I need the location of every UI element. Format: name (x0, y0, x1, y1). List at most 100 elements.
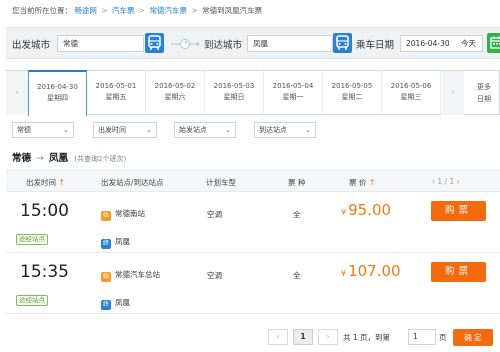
from-city-input[interactable]: 常德 (57, 35, 144, 52)
sort-arrow-icon: ↑ (368, 178, 376, 187)
schedule-row: 15:35 途经站点 始常德汽车总站 终凤凰 空调 全 ¥107.00 购票 (6, 254, 500, 314)
date-tab[interactable]: 2016-05-02 星期六 (146, 71, 205, 115)
departure-time: 15:00 (20, 201, 69, 221)
end-station-icon: 终 (101, 239, 111, 249)
calendar-icon (490, 36, 500, 49)
search-bar: 出发城市 常德 到达城市 凤凰 乘车日期 2016-04-30 今天 (6, 27, 500, 59)
to-station-picker-button[interactable] (333, 33, 352, 53)
chevron-down-icon: ⌄ (146, 126, 152, 134)
breadcrumb-separator: > (138, 6, 146, 15)
breadcrumb: 您当前所在位置： 畅途网 > 汽车票 > 常德汽车票 > 常德到凤凰汽车票 (12, 4, 262, 18)
sort-by-time-header[interactable]: 出发时间 ↑ (26, 177, 65, 188)
date-tab-weekday: 星期五 (105, 93, 127, 101)
date-tab-date: 2016-05-03 (213, 82, 255, 90)
date-tab[interactable]: 2016-04-30 星期四 (28, 70, 87, 116)
bus-icon (336, 35, 349, 50)
bus-icon (148, 35, 161, 50)
breadcrumb-current: 常德到凤凰汽车票 (202, 6, 263, 15)
price-header-label: 票 价 (349, 178, 367, 187)
page-1-button[interactable]: 1 (293, 329, 313, 345)
station-header: 出发站点/到达站点 (101, 178, 164, 187)
prev-page-button[interactable]: ‹ (268, 329, 288, 345)
city-filter-value: 常德 (17, 126, 31, 134)
breadcrumb-home-link[interactable]: 畅途网 (74, 6, 97, 15)
price-value: 95.00 (348, 201, 392, 219)
date-next-arrow[interactable]: › (442, 71, 464, 115)
breadcrumb-bus-ticket-link[interactable]: 汽车票 (112, 6, 135, 15)
date-tab[interactable]: 2016-05-04 星期一 (264, 71, 323, 115)
route-to: 凤凰 (48, 153, 68, 164)
result-count-suffix: 个班次) (102, 155, 127, 163)
to-city-label: 到达城市 (204, 40, 243, 51)
chevron-down-icon: ⌄ (305, 126, 311, 134)
more-dates-label-1: 更多 (477, 83, 491, 91)
total-pages-text: 共 1 页，到第 (343, 333, 391, 342)
chevron-down-icon: ⌄ (225, 126, 231, 134)
go-to-page-button[interactable]: 确 定 (453, 329, 493, 346)
date-tab-date: 2016-05-04 (272, 82, 314, 90)
date-tab[interactable]: 2016-05-01 星期五 (87, 71, 146, 115)
currency-symbol: ¥ (341, 269, 347, 278)
calendar-button[interactable] (487, 33, 500, 53)
route-summary: 常德 → 凤凰 (共查询2个班次) (12, 150, 126, 164)
date-tab[interactable]: 2016-05-05 星期二 (323, 71, 382, 115)
bus-type: 空调 (207, 271, 222, 280)
start-station: 始常德南站 (101, 208, 145, 221)
schedule-row: 15:00 途经站点 始常德南站 终凤凰 空调 全 ¥95.00 购票 (6, 193, 500, 253)
departure-time: 15:35 (20, 262, 69, 282)
date-tab-date: 2016-05-05 (331, 82, 373, 90)
ticket-kind: 全 (293, 271, 301, 280)
travel-date-day: 今天 (461, 39, 476, 48)
to-city-input[interactable]: 凤凰 (247, 35, 333, 52)
date-tab-weekday: 星期四 (47, 94, 68, 102)
date-tab-date: 2016-05-06 (390, 82, 432, 90)
end-station-name: 凤凰 (115, 237, 130, 246)
ticket-price: ¥95.00 (341, 201, 391, 219)
more-dates-label-2: 日期 (477, 95, 491, 103)
sort-by-price-header[interactable]: 票 价 ↑ (349, 177, 375, 188)
start-station-filter-select[interactable]: 始发站点 ⌄ (174, 122, 236, 138)
breadcrumb-separator: > (101, 6, 108, 15)
breadcrumb-separator: > (191, 6, 198, 15)
end-station-filter-select[interactable]: 到达站点 ⌄ (254, 122, 316, 138)
date-prev-arrow[interactable]: ‹ (6, 71, 28, 115)
date-tab-weekday: 星期六 (164, 93, 186, 101)
result-count: (共查询2个班次) (74, 155, 126, 163)
buy-ticket-button[interactable]: 购票 (431, 201, 486, 221)
date-selector: ‹ 2016-04-30 星期四 2016-05-01 星期五 2016-05-… (6, 70, 500, 116)
travel-date-label: 乘车日期 (356, 40, 395, 51)
date-tab[interactable]: 2016-05-06 星期三 (382, 71, 441, 115)
page-unit-text: 页 (439, 333, 447, 342)
via-stations-link[interactable]: 途经站点 (16, 295, 48, 306)
city-filter-select[interactable]: 常德 ⌄ (12, 122, 74, 138)
next-page-button[interactable]: › (318, 329, 338, 345)
date-tab-date: 2016-05-02 (154, 82, 196, 90)
breadcrumb-city-link[interactable]: 常德汽车票 (150, 6, 188, 15)
swap-cities-icon[interactable] (170, 39, 200, 49)
more-dates-link[interactable]: 更多 日期 (469, 71, 499, 115)
from-station-picker-button[interactable] (145, 33, 164, 53)
departure-time-filter-select[interactable]: 出发时间 ⌄ (93, 122, 157, 138)
currency-symbol: ¥ (341, 208, 347, 217)
ticket-kind-header: 票 种 (288, 178, 306, 187)
start-station: 始常德汽车总站 (101, 269, 160, 282)
ticket-price: ¥107.00 (341, 262, 401, 280)
buy-ticket-button[interactable]: 购票 (431, 262, 486, 282)
mini-pager[interactable]: ‹ 1 / 1 › (432, 177, 460, 186)
end-station-icon: 终 (101, 300, 111, 310)
travel-date-input[interactable]: 2016-04-30 今天 (400, 35, 483, 52)
travel-date-value: 2016-04-30 (406, 39, 450, 48)
date-tab-weekday: 星期日 (223, 93, 245, 101)
sort-arrow-icon: ↑ (58, 178, 66, 187)
breadcrumb-prefix: 您当前所在位置： (12, 6, 72, 15)
start-station-name: 常德汽车总站 (115, 270, 160, 279)
end-station: 终凤凰 (101, 236, 130, 249)
via-stations-link[interactable]: 途经站点 (16, 234, 48, 245)
chevron-down-icon: ⌄ (63, 126, 69, 134)
date-tab-date: 2016-04-30 (37, 83, 78, 91)
bus-type: 空调 (207, 210, 222, 219)
date-tab[interactable]: 2016-05-03 星期日 (205, 71, 264, 115)
end-station-filter-value: 到达站点 (259, 126, 287, 134)
start-station-icon: 始 (101, 272, 111, 282)
page-number-input[interactable]: 1 (408, 329, 436, 345)
